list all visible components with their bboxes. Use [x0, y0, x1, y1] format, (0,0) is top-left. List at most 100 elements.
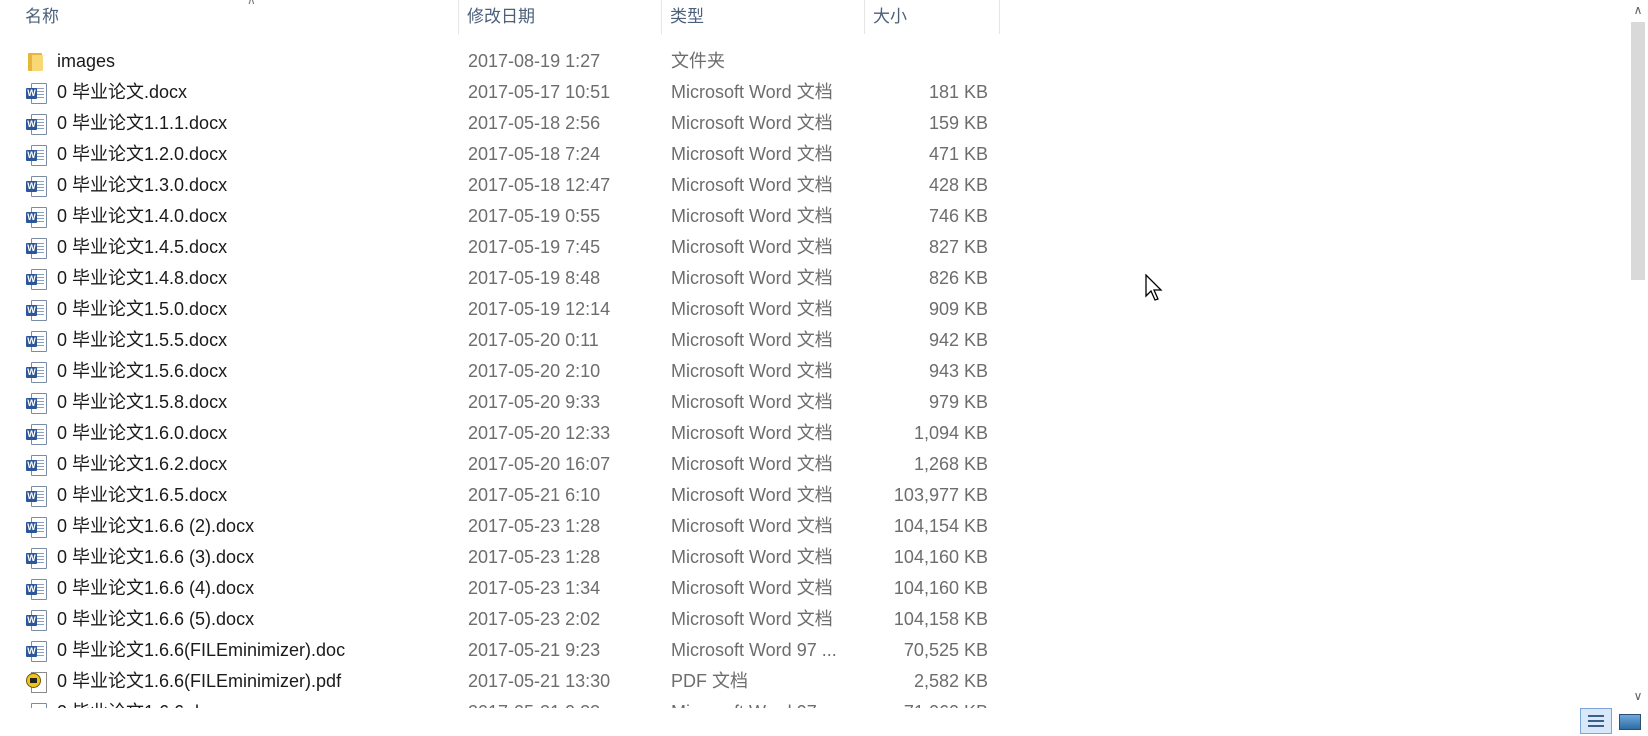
file-size: 104,160 KB	[893, 547, 988, 567]
file-date: 2017-05-18 2:56	[468, 113, 601, 133]
file-row[interactable]: W 0 毕业论文1.2.0.docx 2017-05-18 7:24 Microsof…	[0, 139, 1000, 170]
file-name: 0 毕业论文.docx	[57, 82, 188, 102]
word-doc-icon: W	[26, 640, 48, 662]
column-header-name[interactable]: 名称 ∧	[17, 0, 459, 34]
word-doc-icon: W	[26, 175, 48, 197]
file-type: PDF 文档	[671, 671, 749, 691]
file-row[interactable]: W 0 毕业论文1.5.8.docx 2017-05-20 9:33 Microsof…	[0, 387, 1000, 418]
file-size: 159 KB	[928, 113, 988, 133]
file-type: Microsoft Word 文档	[671, 547, 833, 567]
large-icons-view-button[interactable]	[1613, 708, 1645, 734]
file-row[interactable]: W 0 毕业论文1.6.6.doc 2017-05-21 9:23 Microsoft…	[0, 697, 1000, 708]
file-size: 979 KB	[928, 392, 988, 412]
file-name: 0 毕业论文1.4.5.docx	[57, 237, 228, 257]
file-date: 2017-08-19 1:27	[468, 51, 601, 71]
file-name: 0 毕业论文1.5.6.docx	[57, 361, 228, 381]
file-size: 181 KB	[928, 82, 988, 102]
file-type: Microsoft Word 文档	[671, 299, 833, 319]
word-doc-icon: W	[26, 547, 48, 569]
file-row[interactable]: W 0 毕业论文1.1.1.docx 2017-05-18 2:56 Microsof…	[0, 108, 1000, 139]
file-size: 103,977 KB	[893, 485, 988, 505]
file-row[interactable]: W 0 毕业论文1.4.8.docx 2017-05-19 8:48 Microsof…	[0, 263, 1000, 294]
word-doc-icon: W	[26, 423, 48, 445]
file-name: 0 毕业论文1.6.6 (2).docx	[57, 516, 255, 536]
file-size: 2,582 KB	[913, 671, 988, 691]
word-doc-icon: W	[26, 578, 48, 600]
word-doc-icon: W	[26, 485, 48, 507]
file-size: 942 KB	[928, 330, 988, 350]
file-name: 0 毕业论文1.1.1.docx	[57, 113, 228, 133]
vertical-scrollbar[interactable]: ∧ ∨	[1628, 0, 1648, 703]
file-type: Microsoft Word 文档	[671, 330, 833, 350]
file-date: 2017-05-19 8:48	[468, 268, 601, 288]
file-row[interactable]: W 0 毕业论文1.6.5.docx 2017-05-21 6:10 Microsof…	[0, 480, 1000, 511]
file-name: 0 毕业论文1.6.0.docx	[57, 423, 228, 443]
word-doc-icon: W	[26, 330, 48, 352]
file-size: 1,094 KB	[913, 423, 988, 443]
file-size: 104,154 KB	[893, 516, 988, 536]
column-header-date[interactable]: 修改日期	[459, 0, 662, 34]
file-type: Microsoft Word 文档	[671, 609, 833, 629]
file-date: 2017-05-20 9:33	[468, 392, 601, 412]
word-doc-icon: W	[26, 454, 48, 476]
file-list: images 2017-08-19 1:27 文件夹 W 0 毕业论文.docx 2017…	[0, 46, 1000, 708]
word-doc-icon: W	[26, 702, 48, 708]
file-date: 2017-05-19 0:55	[468, 206, 601, 226]
word-doc-icon: W	[26, 237, 48, 259]
file-name: 0 毕业论文1.5.5.docx	[57, 330, 228, 350]
file-row[interactable]: W 0 毕业论文1.5.6.docx 2017-05-20 2:10 Microsof…	[0, 356, 1000, 387]
file-row[interactable]: W 0 毕业论文1.5.0.docx 2017-05-19 12:14 Microso…	[0, 294, 1000, 325]
word-doc-icon: W	[26, 206, 48, 228]
file-type: Microsoft Word 文档	[671, 516, 833, 536]
file-date: 2017-05-19 12:14	[468, 299, 611, 319]
column-header-size-label: 大小	[873, 7, 907, 26]
file-date: 2017-05-19 7:45	[468, 237, 601, 257]
chevron-up-icon[interactable]: ∧	[1628, 2, 1648, 18]
word-doc-icon: W	[26, 609, 48, 631]
file-row[interactable]: 0 毕业论文1.6.6(FILEminimizer).pdf 2017-05-21…	[0, 666, 1000, 697]
file-name: 0 毕业论文1.6.6 (3).docx	[57, 547, 255, 567]
file-row[interactable]: W 0 毕业论文1.3.0.docx 2017-05-18 12:47 Microso…	[0, 170, 1000, 201]
file-row[interactable]: W 0 毕业论文1.6.0.docx 2017-05-20 12:33 Microso…	[0, 418, 1000, 449]
chevron-down-icon[interactable]: ∨	[1628, 688, 1648, 704]
file-row[interactable]: W 0 毕业论文1.6.6 (3).docx 2017-05-23 1:28 Micr…	[0, 542, 1000, 573]
word-doc-icon: W	[26, 299, 48, 321]
file-row[interactable]: images 2017-08-19 1:27 文件夹	[0, 46, 1000, 77]
file-name: images	[57, 51, 116, 71]
file-name: 0 毕业论文1.6.6(FILEminimizer).pdf	[57, 671, 342, 691]
file-date: 2017-05-20 16:07	[468, 454, 611, 474]
word-doc-icon: W	[26, 144, 48, 166]
file-size: 827 KB	[928, 237, 988, 257]
details-view-button[interactable]	[1580, 708, 1612, 734]
file-name: 0 毕业论文1.5.0.docx	[57, 299, 228, 319]
file-date: 2017-05-23 1:34	[468, 578, 601, 598]
file-size: 909 KB	[928, 299, 988, 319]
file-type: Microsoft Word 文档	[671, 144, 833, 164]
file-type: Microsoft Word 97 ...	[671, 697, 837, 708]
column-header-row: 名称 ∧ 修改日期 类型 大小	[0, 0, 1000, 34]
file-row[interactable]: W 0 毕业论文1.6.2.docx 2017-05-20 16:07 Microso…	[0, 449, 1000, 480]
file-name: 0 毕业论文1.2.0.docx	[57, 144, 228, 164]
file-type: Microsoft Word 97 ...	[671, 640, 837, 660]
file-type: Microsoft Word 文档	[671, 454, 833, 474]
chevron-up-icon: ∧	[247, 0, 256, 7]
scrollbar-thumb[interactable]	[1631, 22, 1645, 280]
file-row[interactable]: W 0 毕业论文1.5.5.docx 2017-05-20 0:11 Microsof…	[0, 325, 1000, 356]
file-type: Microsoft Word 文档	[671, 237, 833, 257]
file-row[interactable]: W 0 毕业论文1.4.5.docx 2017-05-19 7:45 Microsof…	[0, 232, 1000, 263]
column-header-size[interactable]: 大小	[865, 0, 1000, 34]
file-row[interactable]: W 0 毕业论文1.6.6(FILEminimizer).doc 2017-05-2…	[0, 635, 1000, 666]
file-date: 2017-05-20 2:10	[468, 361, 601, 381]
file-date: 2017-05-21 9:23	[468, 640, 601, 660]
column-header-type[interactable]: 类型	[662, 0, 865, 34]
file-name: 0 毕业论文1.4.0.docx	[57, 206, 228, 226]
file-row[interactable]: W 0 毕业论文.docx 2017-05-17 10:51 Microsoft Wo…	[0, 77, 1000, 108]
file-date: 2017-05-21 13:30	[468, 671, 611, 691]
file-size: 1,268 KB	[913, 454, 988, 474]
file-row[interactable]: W 0 毕业论文1.6.6 (5).docx 2017-05-23 2:02 Micr…	[0, 604, 1000, 635]
file-size: 428 KB	[928, 175, 988, 195]
file-type: Microsoft Word 文档	[671, 268, 833, 288]
file-row[interactable]: W 0 毕业论文1.6.6 (2).docx 2017-05-23 1:28 Micr…	[0, 511, 1000, 542]
file-row[interactable]: W 0 毕业论文1.4.0.docx 2017-05-19 0:55 Microsof…	[0, 201, 1000, 232]
file-row[interactable]: W 0 毕业论文1.6.6 (4).docx 2017-05-23 1:34 Micr…	[0, 573, 1000, 604]
